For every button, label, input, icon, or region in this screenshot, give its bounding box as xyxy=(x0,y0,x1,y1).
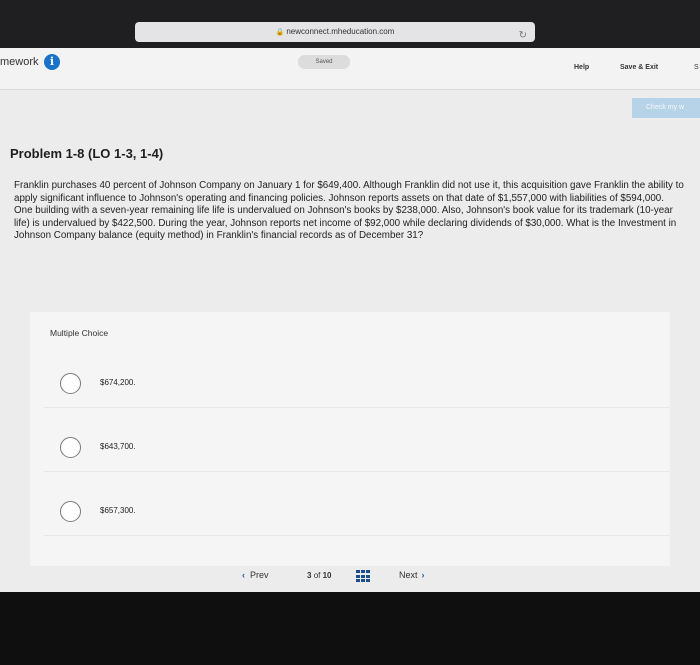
chevron-left-icon: ‹ xyxy=(242,570,245,580)
radio-button[interactable] xyxy=(60,437,81,458)
bottom-dark-area xyxy=(0,592,700,665)
prev-label: Prev xyxy=(250,570,269,580)
question-pager: ‹ Prev 3 of 10 Next › xyxy=(0,566,700,592)
choice-text: $657,300. xyxy=(100,506,136,515)
url-text: newconnect.mheducation.com xyxy=(286,27,395,36)
address-bar[interactable]: 🔒 newconnect.mheducation.com ↻ xyxy=(135,22,535,42)
browser-toolbar: 🔒 newconnect.mheducation.com ↻ xyxy=(0,0,700,48)
problem-statement: Franklin purchases 40 percent of Johnson… xyxy=(14,180,684,242)
chevron-right-icon: › xyxy=(421,570,425,580)
of-label: of xyxy=(313,571,321,580)
overflow-button[interactable]: S xyxy=(694,64,699,71)
choice-text: $674,200. xyxy=(100,378,136,387)
homework-label: mework xyxy=(0,56,39,68)
radio-button[interactable] xyxy=(60,501,81,522)
page-counter: 3 of 10 xyxy=(307,571,332,580)
help-button[interactable]: Help xyxy=(574,64,589,71)
reload-icon[interactable]: ↻ xyxy=(519,26,527,46)
choice-option-1[interactable]: $674,200. xyxy=(44,360,670,408)
current-page: 3 xyxy=(307,571,312,580)
next-label: Next xyxy=(399,570,418,580)
save-exit-button[interactable]: Save & Exit xyxy=(620,64,658,71)
prev-button[interactable]: ‹ Prev xyxy=(242,570,269,580)
info-icon[interactable]: i xyxy=(44,54,60,70)
next-button[interactable]: Next › xyxy=(399,570,425,580)
choice-text: $643,700. xyxy=(100,442,136,451)
check-my-work-button[interactable]: Check my w xyxy=(632,98,700,118)
question-grid-icon[interactable] xyxy=(356,570,370,583)
total-pages: 10 xyxy=(322,571,332,580)
assignment-header: mework i Saved Help Save & Exit S xyxy=(0,48,700,90)
problem-title: Problem 1-8 (LO 1-3, 1-4) xyxy=(10,146,164,161)
multiple-choice-label: Multiple Choice xyxy=(50,328,109,338)
radio-button[interactable] xyxy=(60,373,81,394)
saved-status-badge: Saved xyxy=(298,55,350,69)
choice-option-3[interactable]: $657,300. xyxy=(44,488,670,536)
choice-option-2[interactable]: $643,700. xyxy=(44,424,670,472)
lock-icon: 🔒 xyxy=(275,29,285,36)
multiple-choice-panel: Multiple Choice $674,200. $643,700. $657… xyxy=(30,312,670,566)
assignment-page: mework i Saved Help Save & Exit S Check … xyxy=(0,48,700,592)
